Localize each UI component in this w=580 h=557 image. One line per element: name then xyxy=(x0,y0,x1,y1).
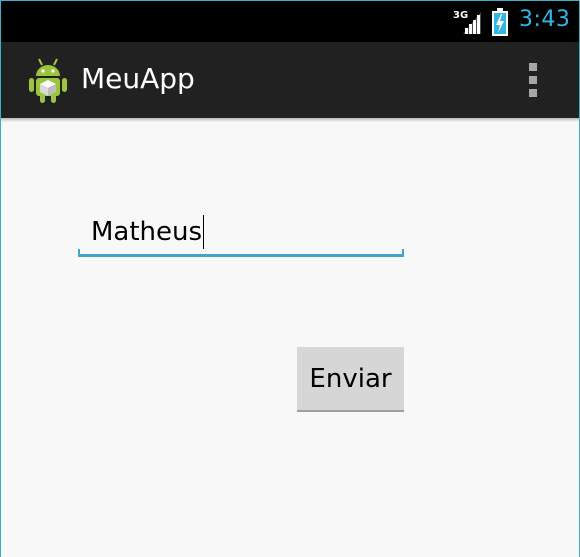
app-screen: 3G 3:43 MeuApp Matheus Enviar xyxy=(0,0,580,557)
action-bar: MeuApp xyxy=(1,42,579,118)
overflow-dot xyxy=(529,89,537,97)
app-title: MeuApp xyxy=(81,62,195,95)
field-underline-right-tick xyxy=(402,249,404,257)
send-button[interactable]: Enviar xyxy=(297,347,404,412)
overflow-menu-icon[interactable] xyxy=(521,60,545,100)
status-bar: 3G 3:43 xyxy=(1,1,579,42)
status-clock: 3:43 xyxy=(519,7,571,32)
action-bar-shadow xyxy=(1,118,579,122)
text-cursor xyxy=(203,215,205,249)
name-input-value: Matheus xyxy=(91,217,203,247)
android-robot-icon[interactable] xyxy=(27,56,69,104)
field-underline xyxy=(78,254,404,257)
battery-charging-icon xyxy=(492,8,508,36)
name-field[interactable]: Matheus xyxy=(78,207,404,259)
signal-icon xyxy=(463,12,481,34)
name-input[interactable]: Matheus xyxy=(91,215,205,249)
overflow-dot xyxy=(529,63,537,71)
overflow-dot xyxy=(529,76,537,84)
